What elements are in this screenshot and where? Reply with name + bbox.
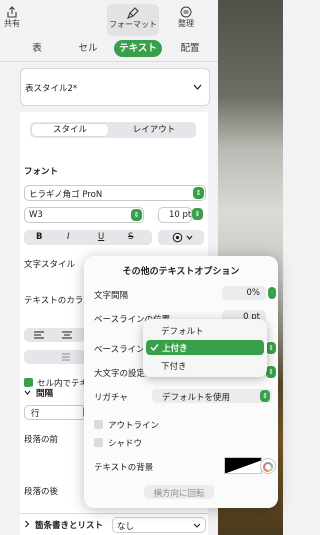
bullets-heading: 箇条書きとリスト [35,521,104,531]
format-button[interactable]: フォーマット [107,4,159,36]
divider [0,61,218,62]
outline-checkbox[interactable] [94,420,103,429]
line-spacing-select[interactable]: 行 [24,405,89,420]
list-indent-button[interactable] [24,350,86,364]
share-button[interactable]: 共有 [0,6,24,29]
ligature-select[interactable]: デフォルトを使用 ⇕ [152,389,272,403]
align-center-icon [62,331,72,339]
char-spacing-field[interactable]: 0% [222,286,266,300]
menu-item-subscript[interactable]: 下付き [161,360,187,372]
segment-style[interactable]: スタイル [32,124,108,136]
line-spacing-label: 行 [31,409,40,419]
menu-item-superscript[interactable]: 上付き [146,340,264,355]
font-family-value: ヒラギノ角ゴ ProN [29,190,103,200]
toolbar: 共有 フォーマット 整理 [0,0,218,38]
caps-label: 大文字の設定 [94,369,146,379]
tab-cell[interactable]: セル [68,40,108,57]
char-spacing-stepper[interactable] [268,287,276,299]
popover-title: その他のテキストオプション [122,267,240,277]
font-size-value: 10 pt [169,210,192,220]
format-tabs: 表 セル テキスト 配置 [0,40,218,60]
italic-button[interactable]: I [67,232,70,242]
text-background-color-swatch[interactable] [224,457,262,474]
space-before-label: 段落の前 [24,435,59,445]
caps-select[interactable]: ⇕ [266,366,276,378]
chevron-right-icon[interactable] [24,520,30,528]
menu-item-superscript-label: 上付き [162,344,188,354]
menu-item-default[interactable]: デフォルト [161,325,204,337]
space-after-label: 段落の後 [24,487,59,497]
chevron-down-icon [193,84,202,90]
baseline-menu: デフォルト 上付き 下付き [143,319,267,377]
bold-button[interactable]: B [36,232,42,242]
more-text-options-button[interactable] [158,230,204,245]
shadow-label: シャドウ [108,439,143,449]
gear-icon [172,232,183,243]
spacing-heading: 間隔 [36,389,54,399]
segment-layout[interactable]: レイアウト [114,124,194,136]
font-size-field[interactable]: 10 pt [158,207,192,223]
underline-button[interactable]: U [98,232,104,242]
table-style-value: 表スタイル2* [25,84,78,94]
color-wheel-icon [263,462,273,472]
shadow-checkbox[interactable] [94,438,103,447]
tab-table[interactable]: 表 [20,40,54,57]
color-picker-button[interactable] [260,458,276,474]
organize-button[interactable]: 整理 [172,6,200,29]
indent-icon [62,353,70,361]
char-spacing-label: 文字間隔 [94,291,129,301]
baseline-label: ベースライン [94,345,145,355]
rotate-horizontal-label: 横方向に回転 [153,489,205,499]
divider [20,513,208,514]
tab-text[interactable]: テキスト [114,40,162,57]
outline-label: アウトライン [108,421,160,431]
updown-chevron-icon: ⇕ [131,209,142,221]
ligature-label: リガチャ [94,393,128,403]
organize-icon [180,6,192,18]
checkmark-icon [150,344,159,352]
font-weight-value: W3 [29,210,43,220]
rotate-horizontal-button[interactable]: 横方向に回転 [144,485,214,499]
text-style-label: 文字スタイル [24,260,76,270]
font-heading: フォント [24,167,59,177]
updown-chevron-icon: ⇕ [193,187,204,199]
chevron-down-icon [193,523,201,528]
strikethrough-button[interactable]: S [128,232,133,242]
text-background-label: テキストの背景 [94,463,154,473]
format-label: フォーマット [109,20,157,29]
char-spacing-value: 0% [246,288,261,298]
paintbrush-icon [127,7,139,19]
table-style-selector[interactable]: 表スタイル2* [20,68,210,106]
organize-label: 整理 [178,19,194,28]
style-layout-segment: スタイル レイアウト [30,122,196,138]
baseline-select[interactable]: ⇕ [266,342,276,354]
updown-chevron-icon: ⇕ [260,390,270,402]
wrap-text-checkbox[interactable] [24,378,33,392]
font-size-stepper[interactable]: ⇕ [192,208,203,220]
font-weight-select[interactable]: W3 ⇕ [24,207,144,223]
bullets-select[interactable]: なし [112,517,206,533]
text-style-buttons: B I U S [24,230,152,245]
font-family-select[interactable]: ヒラギノ角ゴ ProN ⇕ [24,185,206,201]
more-text-options-popover: その他のテキストオプション 文字間隔 0% ベースラインの位置 0 pt ベース… [84,256,278,508]
align-left-icon [34,331,44,339]
share-icon [7,6,17,18]
text-color-label: テキストのカラー [24,296,92,306]
share-label: 共有 [4,19,20,28]
bullets-value: なし [117,522,135,532]
chevron-down-icon [186,235,193,240]
tab-arrange[interactable]: 配置 [170,40,210,57]
ligature-value: デフォルトを使用 [162,393,231,403]
chevron-down-icon[interactable] [24,389,31,396]
alignment-buttons[interactable] [24,328,86,342]
